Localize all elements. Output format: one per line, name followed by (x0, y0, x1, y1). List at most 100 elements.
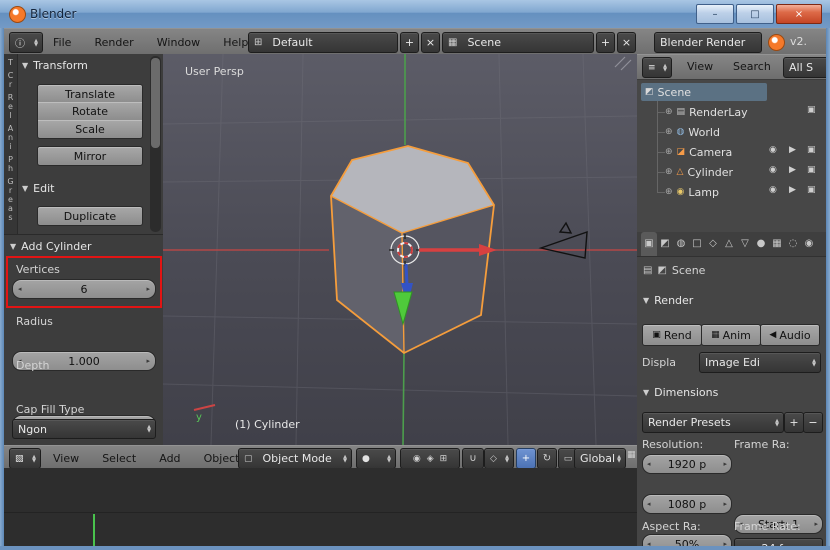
outliner-row-renderlayers[interactable]: ⊕ ▤ RenderLay ▣ (641, 102, 822, 122)
menu-file[interactable]: File (44, 31, 80, 55)
scale-button[interactable]: Scale (37, 120, 143, 139)
snap-toggle-button[interactable]: ∪ (462, 448, 484, 469)
slider-decrease-icon[interactable]: ◂ (647, 500, 651, 508)
scene-selector[interactable]: ▦ Scene (442, 32, 594, 53)
viewport-editor-selector[interactable]: ▧ ▲ ▼ (9, 448, 41, 469)
outliner-editor-selector[interactable]: ≡ ▲ ▼ (642, 57, 672, 78)
visibility-eye-icon[interactable]: ◉ (769, 185, 777, 195)
z-axis-handle[interactable] (404, 263, 409, 286)
add-layout-button[interactable]: + (400, 32, 419, 53)
viewport-menu-add[interactable]: Add (150, 448, 189, 470)
mode-selector[interactable]: ▢ Object Mode ▲ ▼ (238, 448, 352, 469)
menu-render[interactable]: Render (86, 31, 143, 55)
cap-fill-type-dropdown[interactable]: Ngon ▲ ▼ (12, 419, 156, 439)
expander-icon[interactable]: ⊕ (665, 147, 673, 157)
tab-render-properties[interactable]: ▣ (641, 232, 657, 256)
transform-panel-header[interactable]: ▼ Transform (22, 59, 88, 72)
render-audio-button[interactable]: ◀ Audio (760, 324, 820, 346)
render-image-button[interactable]: ▣ Rend (642, 324, 702, 346)
tab-object-properties[interactable]: □ (689, 232, 705, 256)
operator-panel-header[interactable]: ▼ Add Cylinder (10, 240, 92, 253)
minimize-button[interactable]: – (696, 4, 734, 24)
delete-layout-button[interactable]: × (421, 32, 440, 53)
timeline-region[interactable] (4, 468, 637, 546)
tab-material-properties[interactable]: ● (753, 232, 769, 256)
tab-scene-properties[interactable]: ◩ (657, 232, 673, 256)
visibility-eye-icon[interactable]: ◉ (769, 145, 777, 155)
tab-constraints-properties[interactable]: ◇ (705, 232, 721, 256)
dimensions-panel-header[interactable]: ▼ Dimensions (643, 386, 718, 399)
expander-icon[interactable]: ⊕ (665, 127, 673, 137)
slider-increase-icon[interactable]: ▸ (146, 357, 150, 365)
tab-animation[interactable]: Ani (6, 124, 15, 151)
frame-rate-dropdown[interactable]: 24 fps (734, 538, 823, 546)
camera-body[interactable] (538, 230, 588, 259)
outliner-row-cylinder[interactable]: ⊕ △ Cylinder ◉ ▶ ▣ (641, 162, 822, 182)
render-engine-selector[interactable]: Blender Render (654, 32, 762, 53)
slider-increase-icon[interactable]: ▸ (723, 460, 727, 468)
tab-modifiers-properties[interactable]: △ (721, 232, 737, 256)
viewport-menu-select[interactable]: Select (93, 448, 145, 470)
resolution-y-slider[interactable]: ◂ 1080 p ▸ (642, 494, 732, 514)
selectable-arrow-icon[interactable]: ▶ (789, 145, 796, 155)
maximize-button[interactable]: □ (736, 4, 774, 24)
tab-texture-properties[interactable]: ▦ (769, 232, 785, 256)
tab-create[interactable]: Cr (6, 71, 15, 89)
render-panel-header[interactable]: ▼ Render (643, 294, 693, 307)
delete-scene-button[interactable]: × (617, 32, 636, 53)
render-presets-dropdown[interactable]: Render Presets ▲ ▼ (642, 412, 784, 433)
tab-world-properties[interactable]: ◍ (673, 232, 689, 256)
viewport-3d[interactable]: User Persp y (1) Cylinder (163, 54, 637, 445)
expander-icon[interactable]: ⊕ (665, 107, 673, 117)
expander-icon[interactable]: ⊕ (665, 187, 673, 197)
tab-physics[interactable]: Ph (6, 155, 15, 173)
outliner-row-camera[interactable]: ⊕ ◪ Camera ◉ ▶ ▣ (641, 142, 822, 162)
tab-physics-properties[interactable]: ◉ (801, 232, 817, 256)
selectable-arrow-icon[interactable]: ▶ (789, 165, 796, 175)
render-toggle-icon[interactable]: ▣ (807, 105, 816, 115)
tab-data-properties[interactable]: ▽ (737, 232, 753, 256)
snap-element-selector[interactable]: ◇ ▲ ▼ (484, 448, 514, 469)
scrollbar-thumb[interactable] (151, 58, 160, 148)
expander-icon[interactable]: ⊕ (665, 167, 673, 177)
screen-layout-selector[interactable]: ⊞ Default (248, 32, 398, 53)
pivot-group[interactable]: ◉ ◈ ⊞ (400, 448, 460, 469)
remove-preset-button[interactable]: − (803, 412, 823, 433)
editor-type-selector[interactable]: ⓘ ▲ ▼ (9, 32, 43, 53)
rotate-button[interactable]: Rotate (37, 102, 143, 121)
resolution-percentage-slider[interactable]: ◂ 50% ▸ (642, 534, 732, 546)
edit-panel-header[interactable]: ▼ Edit (22, 182, 54, 195)
render-toggle-icon[interactable]: ▣ (807, 165, 816, 175)
area-corner-widget[interactable] (614, 56, 632, 71)
tab-relations[interactable]: Rel (6, 93, 15, 120)
shading-selector[interactable]: ● ▲ ▼ (356, 448, 396, 469)
tab-tools[interactable]: T (6, 58, 15, 67)
outliner-row-lamp[interactable]: ⊕ ◉ Lamp ◉ ▶ ▣ (641, 182, 822, 202)
outliner-menu-search[interactable]: Search (729, 55, 775, 78)
orientation-selector[interactable]: Global ▲ ▼ (574, 448, 626, 469)
slider-increase-icon[interactable]: ▸ (814, 520, 818, 528)
translate-button[interactable]: Translate (37, 84, 143, 104)
render-toggle-icon[interactable]: ▣ (807, 145, 816, 155)
menu-window[interactable]: Window (148, 31, 209, 55)
slider-decrease-icon[interactable]: ◂ (647, 460, 651, 468)
mirror-button[interactable]: Mirror (37, 146, 143, 166)
render-animation-button[interactable]: ▦ Anim (701, 324, 761, 346)
outliner-row-scene[interactable]: ◩ Scene (641, 82, 822, 102)
visibility-eye-icon[interactable]: ◉ (769, 165, 777, 175)
viewport-menu-view[interactable]: View (44, 448, 88, 470)
outliner-filter-selector[interactable]: All S (783, 57, 826, 78)
tab-particles-properties[interactable]: ◌ (785, 232, 801, 256)
manipulator-translate-button[interactable]: + (516, 448, 536, 469)
camera-object[interactable] (538, 221, 588, 259)
add-preset-button[interactable]: + (784, 412, 804, 433)
outliner-menu-view[interactable]: View (683, 55, 717, 78)
outliner-row-world[interactable]: ⊕ ◍ World (641, 122, 822, 142)
tool-shelf-scrollbar[interactable] (150, 56, 161, 232)
tab-grease[interactable]: Greas (6, 177, 15, 222)
resolution-x-slider[interactable]: ◂ 1920 p ▸ (642, 454, 732, 474)
current-frame-marker[interactable] (93, 514, 95, 546)
pin-icon[interactable]: ▤ (643, 265, 652, 276)
camera-top[interactable] (558, 221, 573, 234)
display-mode-dropdown[interactable]: Image Edi ▲ ▼ (699, 352, 821, 373)
